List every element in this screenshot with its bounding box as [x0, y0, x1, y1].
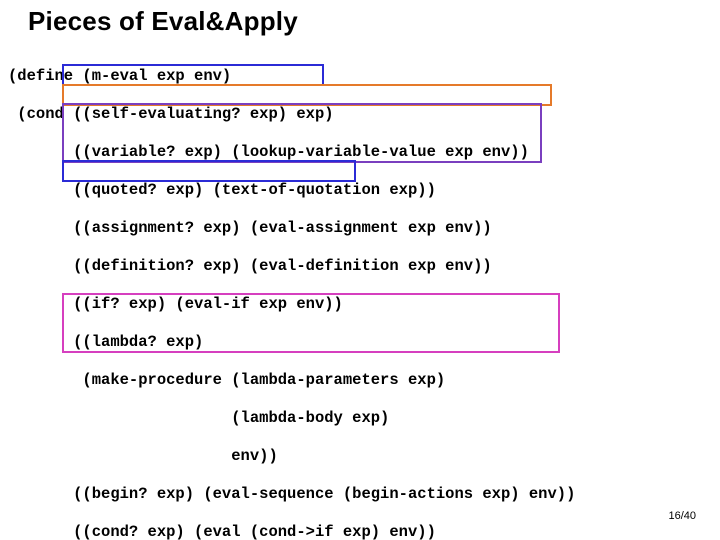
code-line: (make-procedure (lambda-parameters exp)	[8, 371, 575, 390]
code-line: ((definition? exp) (eval-definition exp …	[8, 257, 575, 276]
slide: Pieces of Eval&Apply (define (m-eval exp…	[0, 0, 720, 540]
page-number: 16/40	[668, 510, 696, 522]
code-line: env))	[8, 447, 575, 466]
code-line: (lambda-body exp)	[8, 409, 575, 428]
code-line: ((assignment? exp) (eval-assignment exp …	[8, 219, 575, 238]
highlight-box-application	[62, 293, 560, 353]
highlight-box-if	[62, 160, 356, 182]
code-line: ((quoted? exp) (text-of-quotation exp))	[8, 181, 575, 200]
code-line: ((cond? exp) (eval (cond->if exp) env))	[8, 523, 575, 540]
highlight-box-self-evaluating	[62, 64, 324, 86]
code-line: ((begin? exp) (eval-sequence (begin-acti…	[8, 485, 575, 504]
slide-title: Pieces of Eval&Apply	[28, 6, 298, 37]
highlight-box-quoted-assign-def	[62, 103, 542, 163]
